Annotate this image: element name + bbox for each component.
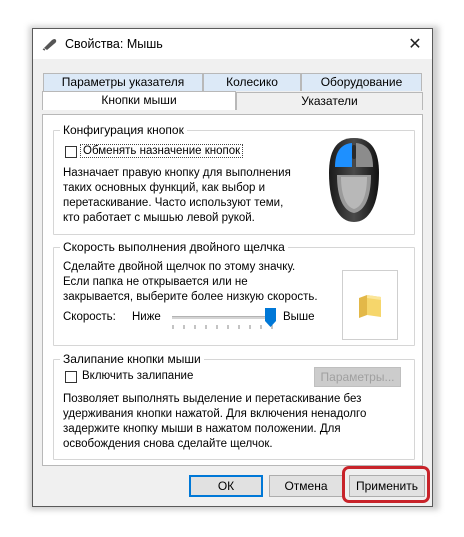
title-bar: Свойства: Мышь ✕ — [33, 29, 432, 59]
mouse-properties-window: Свойства: Мышь ✕ Параметры указателя Кол… — [32, 28, 433, 507]
swap-buttons-checkbox[interactable] — [65, 146, 77, 158]
tab-wheel[interactable]: Колесико — [203, 73, 301, 91]
button-config-legend: Конфигурация кнопок — [63, 123, 184, 137]
mouse-app-icon — [42, 39, 57, 51]
double-click-legend: Скорость выполнения двойного щелчка — [63, 240, 285, 254]
slider-track[interactable] — [172, 316, 276, 319]
slider-thumb[interactable] — [265, 308, 277, 327]
cancel-button[interactable]: Отмена — [269, 475, 343, 497]
speed-high-label: Выше — [283, 311, 315, 323]
ok-button[interactable]: ОК — [189, 475, 263, 497]
double-click-description: Сделайте двойной щелчок по этому значку.… — [63, 261, 318, 303]
folder-icon[interactable] — [358, 293, 382, 319]
click-lock-settings-button[interactable]: Параметры... — [314, 367, 401, 387]
click-lock-description: Позволяет выполнять выделение и перетаск… — [63, 393, 367, 450]
click-lock-label[interactable]: Включить залипание — [82, 369, 193, 384]
click-lock-checkbox[interactable] — [65, 371, 77, 383]
speed-low-label: Ниже — [132, 311, 161, 323]
tab-pointer-options[interactable]: Параметры указателя — [43, 73, 203, 91]
button-config-description: Назначает правую кнопку для выполнения т… — [63, 167, 291, 224]
swap-buttons-label[interactable]: Обменять назначение кнопок — [80, 144, 244, 158]
slider-ticks — [172, 325, 273, 329]
speed-label: Скорость: — [63, 311, 116, 323]
tab-pointers[interactable]: Указатели — [236, 92, 423, 110]
test-folder-area[interactable] — [342, 270, 398, 340]
mouse-illustration-icon — [329, 138, 379, 222]
click-lock-legend: Залипание кнопки мыши — [63, 352, 201, 366]
tab-hardware[interactable]: Оборудование — [301, 73, 422, 91]
close-icon: ✕ — [408, 36, 422, 53]
tab-buttons[interactable]: Кнопки мыши — [42, 91, 236, 110]
apply-button-highlight — [342, 466, 430, 503]
window-title: Свойства: Мышь — [65, 37, 163, 51]
close-button[interactable]: ✕ — [398, 29, 432, 59]
tab-panel: Конфигурация кнопок Обменять назначение … — [42, 114, 423, 466]
